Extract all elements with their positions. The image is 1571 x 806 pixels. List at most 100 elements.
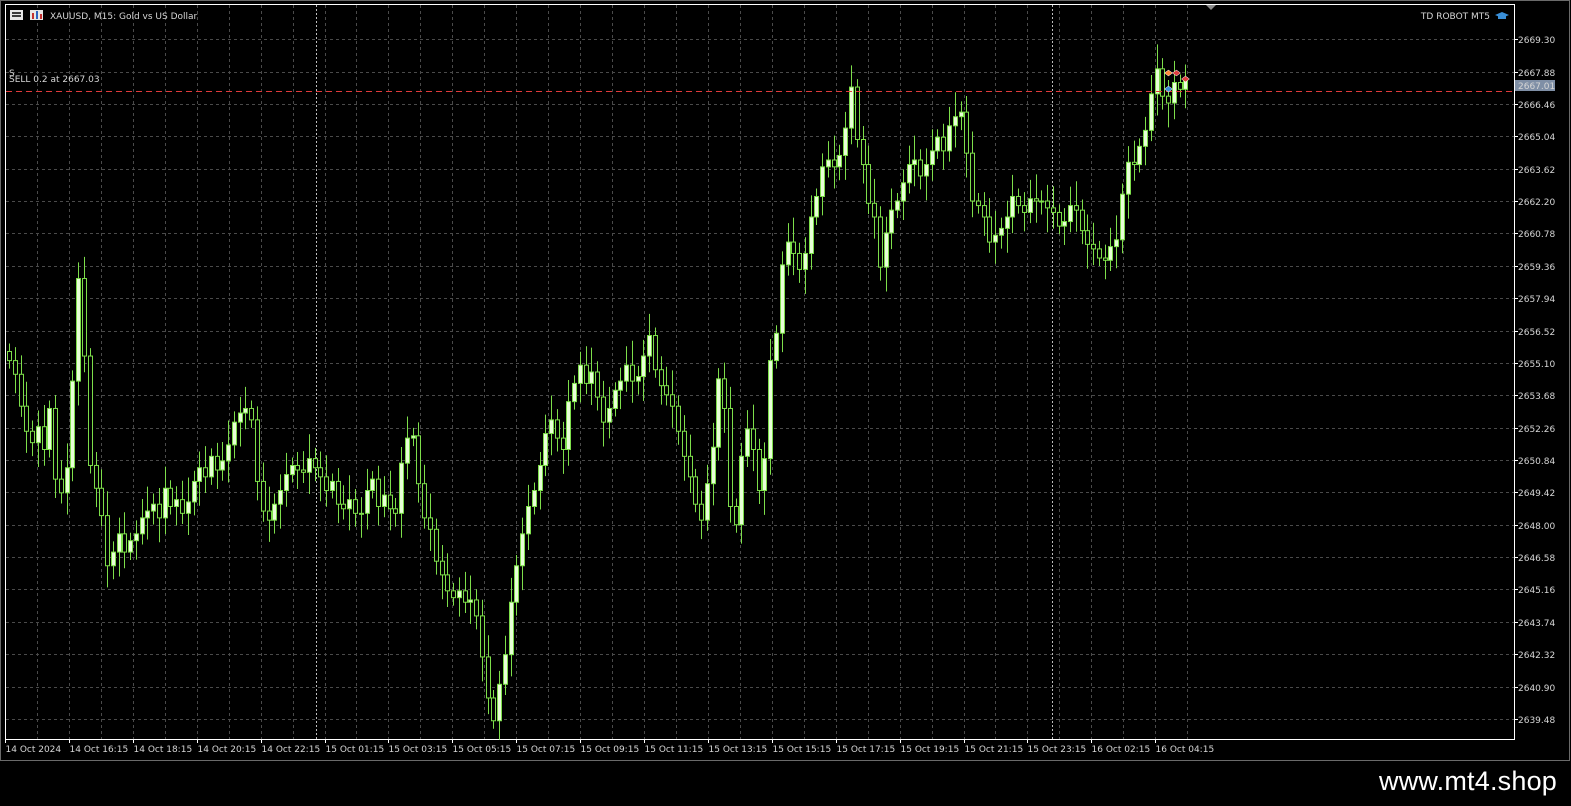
- candle-body: [42, 426, 47, 451]
- candle-body: [1155, 68, 1160, 95]
- chart-menu-icon[interactable]: [10, 10, 23, 20]
- candle-body: [953, 116, 958, 127]
- candle-body: [457, 590, 462, 599]
- candle-body: [1005, 216, 1010, 229]
- candle-body: [947, 125, 952, 152]
- mt5-chart-window[interactable]: 2669.30 2667.88 2666.46 2665.04 2663.62 2662.…: [0, 0, 1571, 762]
- candle-body: [630, 364, 635, 382]
- candle-body: [376, 478, 381, 507]
- candle-body: [122, 533, 127, 553]
- candle-body: [1172, 82, 1177, 104]
- x-tick-label: 15 Oct 11:15: [645, 745, 704, 755]
- candle-body: [884, 232, 889, 268]
- candle-body: [19, 373, 24, 407]
- candle-body: [440, 560, 445, 576]
- candle-body: [1016, 195, 1021, 207]
- candle-body: [889, 209, 894, 234]
- candle-body: [1149, 93, 1154, 131]
- candle-body: [664, 385, 669, 396]
- candle-body: [1108, 246, 1113, 261]
- candle-body: [99, 487, 104, 517]
- candle-body: [809, 216, 814, 254]
- candle-body: [388, 494, 393, 510]
- candle-body: [670, 394, 675, 407]
- candle-body: [468, 599, 473, 603]
- y-tick-label: 2663.62: [1518, 166, 1555, 176]
- candle-body: [313, 458, 318, 469]
- candle-body: [226, 444, 231, 462]
- candle-body: [163, 487, 168, 519]
- candle-body: [607, 407, 612, 423]
- candle-body: [705, 483, 710, 521]
- candle-body: [232, 421, 237, 446]
- y-tick-label: 2646.58: [1518, 554, 1555, 564]
- candle-body: [347, 499, 352, 510]
- scroll-marker-icon[interactable]: [1206, 5, 1216, 10]
- graduation-cap-icon[interactable]: [1495, 12, 1509, 19]
- y-tick-label: 2645.16: [1518, 586, 1555, 596]
- candle-body: [618, 380, 623, 391]
- candle-body: [768, 360, 773, 460]
- chart-canvas[interactable]: 2669.30 2667.88 2666.46 2665.04 2663.62 2662.…: [0, 0, 1571, 762]
- candle-body: [901, 182, 906, 202]
- candle-body: [728, 407, 733, 507]
- candle-body: [688, 455, 693, 478]
- candle-body: [930, 150, 935, 166]
- candle-body: [912, 159, 917, 166]
- robot-label[interactable]: TD ROBOT MT5: [1420, 12, 1490, 22]
- candle-body: [24, 405, 29, 432]
- candle-body: [497, 683, 502, 722]
- candle-body: [855, 86, 860, 140]
- candle-body: [370, 478, 375, 492]
- candle-body: [538, 464, 543, 492]
- x-tick-label: 14 Oct 16:15: [70, 745, 129, 755]
- candle-body: [578, 364, 583, 384]
- x-tick-label: 15 Oct 17:15: [837, 745, 896, 755]
- candle-body: [820, 166, 825, 197]
- candle-body: [445, 574, 450, 592]
- x-tick-label: 15 Oct 13:15: [709, 745, 768, 755]
- candle-body: [1080, 209, 1085, 232]
- candle-body: [636, 376, 641, 382]
- candle-body: [1120, 193, 1125, 241]
- candle-body: [76, 278, 81, 382]
- candle-body: [1028, 198, 1033, 213]
- candle-body: [480, 615, 485, 658]
- x-tick-label: 16 Oct 04:15: [1156, 745, 1215, 755]
- candle-body: [745, 428, 750, 457]
- candle-body: [786, 241, 791, 266]
- candle-body: [1085, 230, 1090, 245]
- candle-body: [128, 540, 133, 553]
- candle-body: [272, 503, 277, 521]
- candle-body: [964, 111, 969, 154]
- screenshot-root: 2669.30 2667.88 2666.46 2665.04 2663.62 2662.…: [0, 0, 1571, 806]
- candle-body: [330, 480, 335, 492]
- candle-body: [261, 480, 266, 512]
- candle-body: [157, 503, 162, 519]
- candle-body: [549, 419, 554, 435]
- y-tick-label: 2649.42: [1518, 489, 1555, 499]
- candle-body: [503, 654, 508, 685]
- x-tick-label: 15 Oct 15:15: [773, 745, 832, 755]
- x-tick-label: 16 Oct 02:15: [1092, 745, 1151, 755]
- candle-body: [13, 360, 18, 375]
- candle-body: [416, 435, 421, 485]
- candle-body: [82, 278, 87, 357]
- candle-body: [197, 467, 202, 482]
- time-axis[interactable]: 14 Oct 2024 14 Oct 16:15 14 Oct 18:15 14 Oc…: [5, 739, 1215, 755]
- candle-body: [572, 382, 577, 403]
- candle-body: [284, 474, 289, 492]
- y-tick-label: 2639.48: [1518, 716, 1555, 726]
- candle-body: [111, 551, 116, 567]
- candle-body: [463, 590, 468, 603]
- y-tick-label: 2652.26: [1518, 425, 1555, 435]
- x-tick-label: 15 Oct 23:15: [1028, 745, 1087, 755]
- footer-url[interactable]: www.mt4.shop: [1379, 766, 1557, 797]
- candle-body: [1045, 200, 1050, 209]
- chart-type-icon[interactable]: [30, 10, 43, 20]
- candle-body: [959, 111, 964, 118]
- candle-body: [65, 467, 70, 494]
- price-axis[interactable]: 2669.30 2667.88 2666.46 2665.04 2663.62 2662.…: [1514, 36, 1555, 726]
- candle-body: [7, 350, 12, 362]
- y-tick-label: 2640.90: [1518, 684, 1555, 694]
